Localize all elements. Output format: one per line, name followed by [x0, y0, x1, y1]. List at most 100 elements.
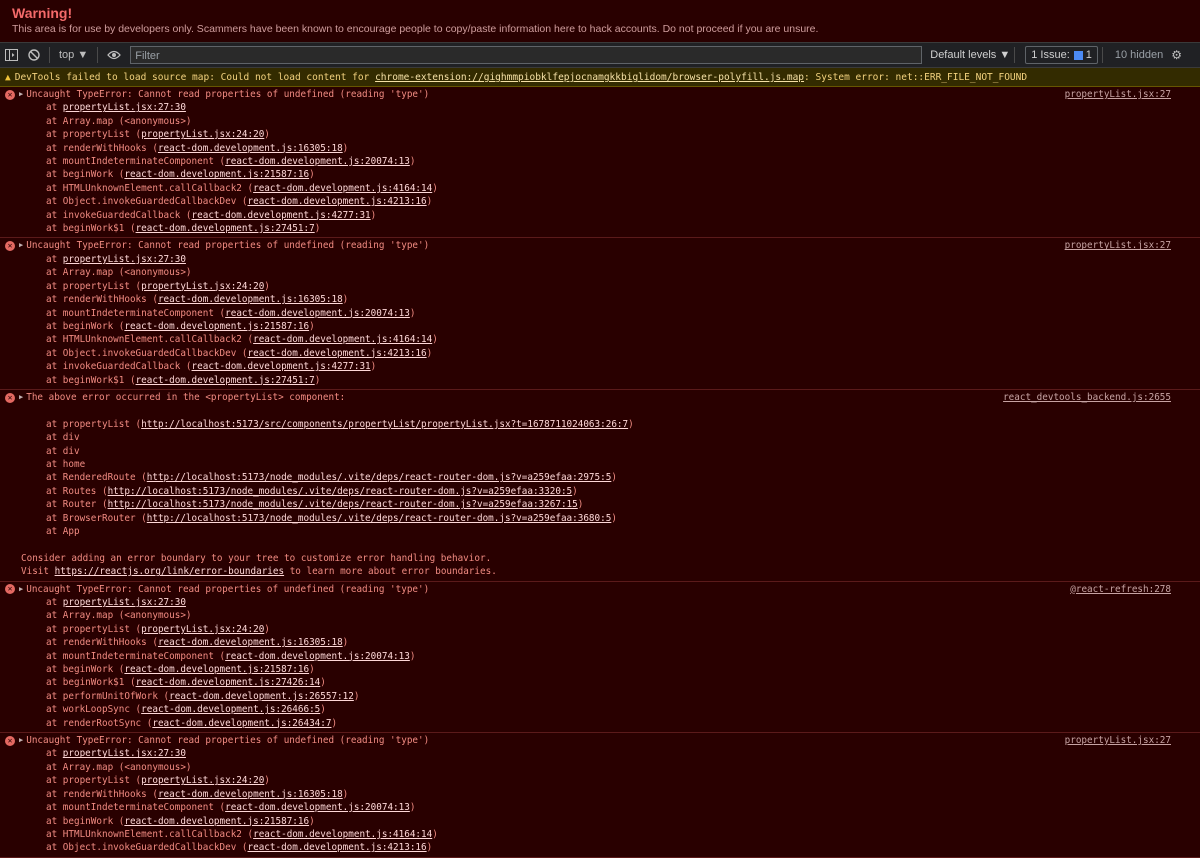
frame-link[interactable]: react-dom.development.js:27451:7	[136, 375, 315, 386]
frame-link[interactable]: react-dom.development.js:20074:13	[225, 802, 410, 813]
frame-text: at	[46, 597, 63, 608]
frame-text: at Object.invokeGuardedCallbackDev (	[46, 196, 248, 208]
frame-link[interactable]: http://localhost:5173/node_modules/.vite…	[108, 486, 573, 497]
frame-link[interactable]: propertyList.jsx:24:20	[141, 129, 264, 140]
frame-link[interactable]: react-dom.development.js:21587:16	[124, 816, 309, 827]
message-header[interactable]: ✕ ▶ Uncaught TypeError: Cannot read proper…	[0, 239, 1200, 252]
stack-frame: at propertyList (propertyList.jsx:24:20)	[0, 774, 1200, 787]
frame-suffix: )	[309, 664, 315, 676]
frame-link[interactable]: https://reactjs.org/link/error-boundarie…	[55, 566, 285, 577]
frame-link[interactable]: react-dom.development.js:21587:16	[124, 321, 309, 332]
message-source-link[interactable]: propertyList.jsx:27	[1065, 734, 1171, 747]
frame-suffix: )	[342, 294, 349, 306]
frame-link[interactable]: react-dom.development.js:4213:16	[248, 196, 427, 207]
stack-frame: at propertyList.jsx:27:30	[0, 253, 1200, 266]
frame-link[interactable]: react-dom.development.js:21587:16	[124, 169, 309, 180]
warning-suffix: : System error: net::ERR_FILE_NOT_FOUND	[804, 72, 1028, 83]
frame-link[interactable]: react-dom.development.js:16305:18	[158, 789, 343, 800]
stack-frame: at beginWork$1 (react-dom.development.js…	[0, 374, 1200, 387]
stack-frame: at renderWithHooks (react-dom.developmen…	[0, 142, 1200, 155]
sidebar-toggle-icon[interactable]	[0, 43, 23, 67]
frame-text: at renderWithHooks (	[46, 142, 158, 154]
frame-link[interactable]: propertyList.jsx:27:30	[63, 748, 186, 759]
stack-frame: at mountIndeterminateComponent (react-do…	[0, 801, 1200, 814]
frame-text: Consider adding an error boundary to you…	[21, 552, 492, 564]
frame-text: at beginWork (	[46, 320, 125, 332]
frame-suffix: )	[370, 361, 377, 373]
console-error-message: ✕ ▶ The above error occurred in the <prope…	[0, 390, 1200, 582]
frame-suffix: )	[331, 717, 338, 729]
message-source-link[interactable]: propertyList.jsx:27	[1065, 88, 1171, 101]
stack-frame: at invokeGuardedCallback (react-dom.deve…	[0, 360, 1200, 373]
expand-triangle-icon[interactable]: ▶	[19, 88, 23, 101]
expand-triangle-icon[interactable]: ▶	[19, 734, 23, 747]
frame-link[interactable]: propertyList.jsx:27:30	[63, 102, 186, 113]
frame-link[interactable]: propertyList.jsx:24:20	[141, 281, 264, 292]
frame-link[interactable]: react-dom.development.js:21587:16	[124, 664, 309, 675]
frame-link[interactable]: propertyList.jsx:27:30	[63, 254, 186, 265]
frame-text: at Object.invokeGuardedCallbackDev (	[46, 347, 248, 359]
frame-text: at beginWork$1 (	[46, 223, 136, 235]
message-source-link[interactable]: @react-refresh:278	[1070, 583, 1171, 596]
stack-frame: Consider adding an error boundary to you…	[0, 552, 1200, 565]
log-levels-dropdown[interactable]: Default levels ▼	[930, 49, 1010, 61]
frame-text: at BrowserRouter (	[46, 512, 147, 524]
frame-text: at mountIndeterminateComponent (	[46, 650, 226, 662]
toolbar-divider	[49, 47, 50, 63]
frame-link[interactable]: react-dom.development.js:27426:14	[136, 677, 321, 688]
frame-link[interactable]: react-dom.development.js:16305:18	[158, 294, 343, 305]
frame-link[interactable]: http://localhost:5173/src/components/pro…	[141, 419, 628, 430]
frame-link[interactable]: http://localhost:5173/node_modules/.vite…	[147, 513, 612, 524]
frame-link[interactable]: propertyList.jsx:24:20	[141, 775, 264, 786]
frame-link[interactable]: react-dom.development.js:4213:16	[248, 348, 427, 359]
frame-link[interactable]: react-dom.development.js:20074:13	[225, 156, 410, 167]
frame-link[interactable]: react-dom.development.js:4164:14	[253, 183, 432, 194]
frame-link[interactable]: http://localhost:5173/node_modules/.vite…	[108, 499, 578, 510]
message-text: Uncaught TypeError: Cannot read properti…	[26, 240, 430, 252]
frame-link[interactable]: react-dom.development.js:20074:13	[225, 308, 410, 319]
stack-frame: at Object.invokeGuardedCallbackDev (reac…	[0, 195, 1200, 208]
frame-link[interactable]: react-dom.development.js:26466:5	[141, 704, 320, 715]
gear-icon[interactable]: ⚙	[1171, 48, 1182, 62]
console-error-message: ✕ ▶ Uncaught TypeError: Cannot read proper…	[0, 733, 1200, 858]
message-text: Uncaught TypeError: Cannot read properti…	[26, 583, 430, 595]
frame-link[interactable]: react-dom.development.js:4213:16	[248, 842, 427, 853]
issues-button[interactable]: 1 Issue: 1	[1025, 46, 1098, 64]
frame-link[interactable]: react-dom.development.js:4164:14	[253, 829, 432, 840]
message-header[interactable]: ✕ ▶ Uncaught TypeError: Cannot read proper…	[0, 88, 1200, 101]
message-source-link[interactable]: propertyList.jsx:27	[1065, 239, 1171, 252]
frame-suffix: )	[264, 775, 270, 787]
stack-frame: at mountIndeterminateComponent (react-do…	[0, 650, 1200, 663]
frame-text: Visit	[21, 566, 55, 578]
frame-text: at HTMLUnknownElement.callCallback2 (	[46, 828, 254, 840]
clear-console-icon[interactable]	[23, 43, 45, 67]
frame-link[interactable]: http://localhost:5173/node_modules/.vite…	[147, 472, 612, 483]
eye-icon[interactable]	[102, 43, 126, 67]
frame-link[interactable]: react-dom.development.js:26557:12	[169, 691, 354, 702]
filter-input[interactable]: Filter	[130, 46, 923, 64]
frame-link[interactable]: react-dom.development.js:16305:18	[158, 143, 343, 154]
frame-link[interactable]: propertyList.jsx:27:30	[63, 597, 186, 608]
frame-link[interactable]: react-dom.development.js:4277:31	[192, 361, 371, 372]
frame-link[interactable]: react-dom.development.js:4164:14	[253, 334, 432, 345]
frame-link[interactable]: react-dom.development.js:26434:7	[152, 718, 331, 729]
frame-text: at propertyList (	[46, 280, 142, 292]
expand-triangle-icon[interactable]: ▶	[19, 391, 23, 404]
stack-frame: Visit https://reactjs.org/link/error-bou…	[0, 565, 1200, 578]
message-source-link[interactable]: react_devtools_backend.js:2655	[1003, 391, 1171, 404]
frame-link[interactable]: propertyList.jsx:24:20	[141, 624, 264, 635]
context-selector[interactable]: top ▼	[54, 43, 93, 67]
frame-link[interactable]: react-dom.development.js:27451:7	[136, 223, 315, 234]
message-header[interactable]: ✕ ▶ Uncaught TypeError: Cannot read proper…	[0, 583, 1200, 596]
frame-link[interactable]: react-dom.development.js:4277:31	[192, 210, 371, 221]
expand-triangle-icon[interactable]: ▶	[19, 239, 23, 252]
source-map-link[interactable]: chrome-extension://gighmmpiobklfepjocnam…	[375, 72, 804, 83]
error-icon: ✕	[5, 584, 15, 595]
message-header[interactable]: ✕ ▶ Uncaught TypeError: Cannot read proper…	[0, 734, 1200, 747]
frame-link[interactable]: react-dom.development.js:16305:18	[158, 637, 343, 648]
frame-suffix: )	[572, 485, 578, 497]
expand-triangle-icon[interactable]: ▶	[19, 583, 23, 596]
hidden-messages-count[interactable]: 10 hidden	[1115, 49, 1163, 61]
frame-suffix: )	[409, 156, 416, 168]
frame-link[interactable]: react-dom.development.js:20074:13	[225, 651, 410, 662]
